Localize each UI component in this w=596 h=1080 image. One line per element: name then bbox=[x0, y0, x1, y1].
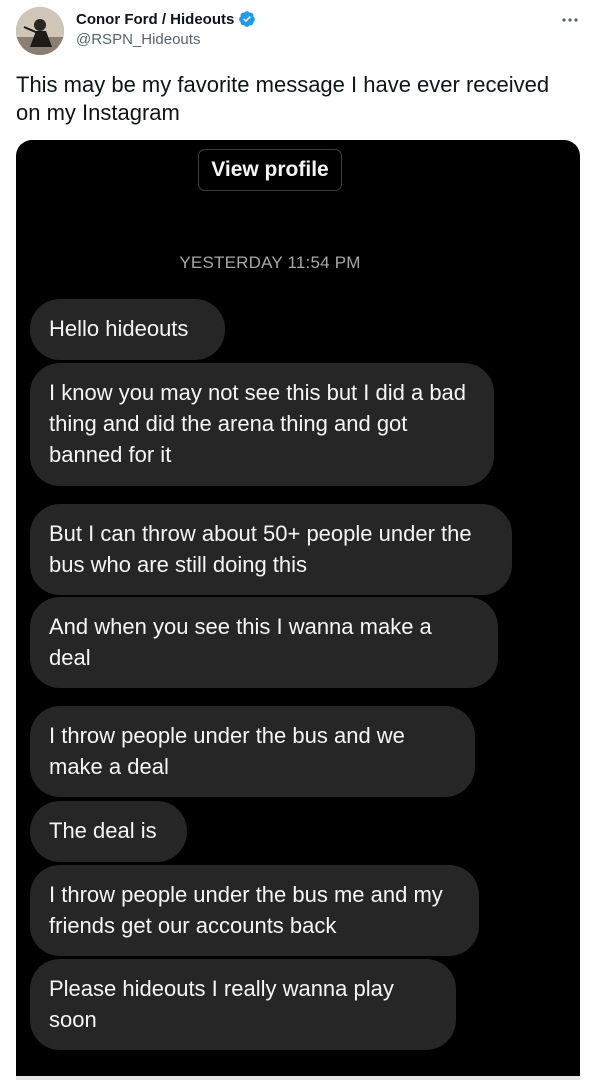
message-bubble-8: Please hideouts I really wanna play soon bbox=[30, 959, 456, 1050]
verified-badge-icon bbox=[238, 10, 256, 28]
author-name-row: Conor Ford / Hideouts bbox=[76, 10, 256, 28]
message-timestamp: YESTERDAY 11:54 PM bbox=[179, 253, 361, 272]
message-bubble-2: I know you may not see this but I did a … bbox=[30, 363, 494, 486]
tweet: Conor Ford / Hideouts @RSPN_Hideouts Thi… bbox=[0, 0, 596, 1080]
message-bubble-3: But I can throw about 50+ people under t… bbox=[30, 504, 512, 595]
author-display-name[interactable]: Conor Ford / Hideouts bbox=[76, 11, 234, 28]
message-bubble-5: I throw people under the bus and we make… bbox=[30, 706, 475, 797]
author-avatar[interactable] bbox=[16, 7, 64, 55]
tweet-media-screenshot[interactable]: View profile YESTERDAY 11:54 PM Hello hi… bbox=[16, 140, 580, 1080]
message-bubble-1: Hello hideouts bbox=[30, 299, 225, 360]
avatar-image bbox=[16, 7, 64, 55]
view-profile-button[interactable]: View profile bbox=[198, 149, 342, 191]
more-horizontal-icon[interactable] bbox=[560, 10, 580, 30]
tweet-text: This may be my favorite message I have e… bbox=[16, 72, 550, 125]
message-bubble-6: The deal is bbox=[30, 801, 187, 862]
message-bubble-7: I throw people under the bus me and my f… bbox=[30, 865, 479, 956]
message-bubble-4: And when you see this I wanna make a dea… bbox=[30, 597, 498, 688]
author-handle[interactable]: @RSPN_Hideouts bbox=[76, 31, 200, 48]
media-bottom-edge bbox=[16, 1076, 580, 1080]
